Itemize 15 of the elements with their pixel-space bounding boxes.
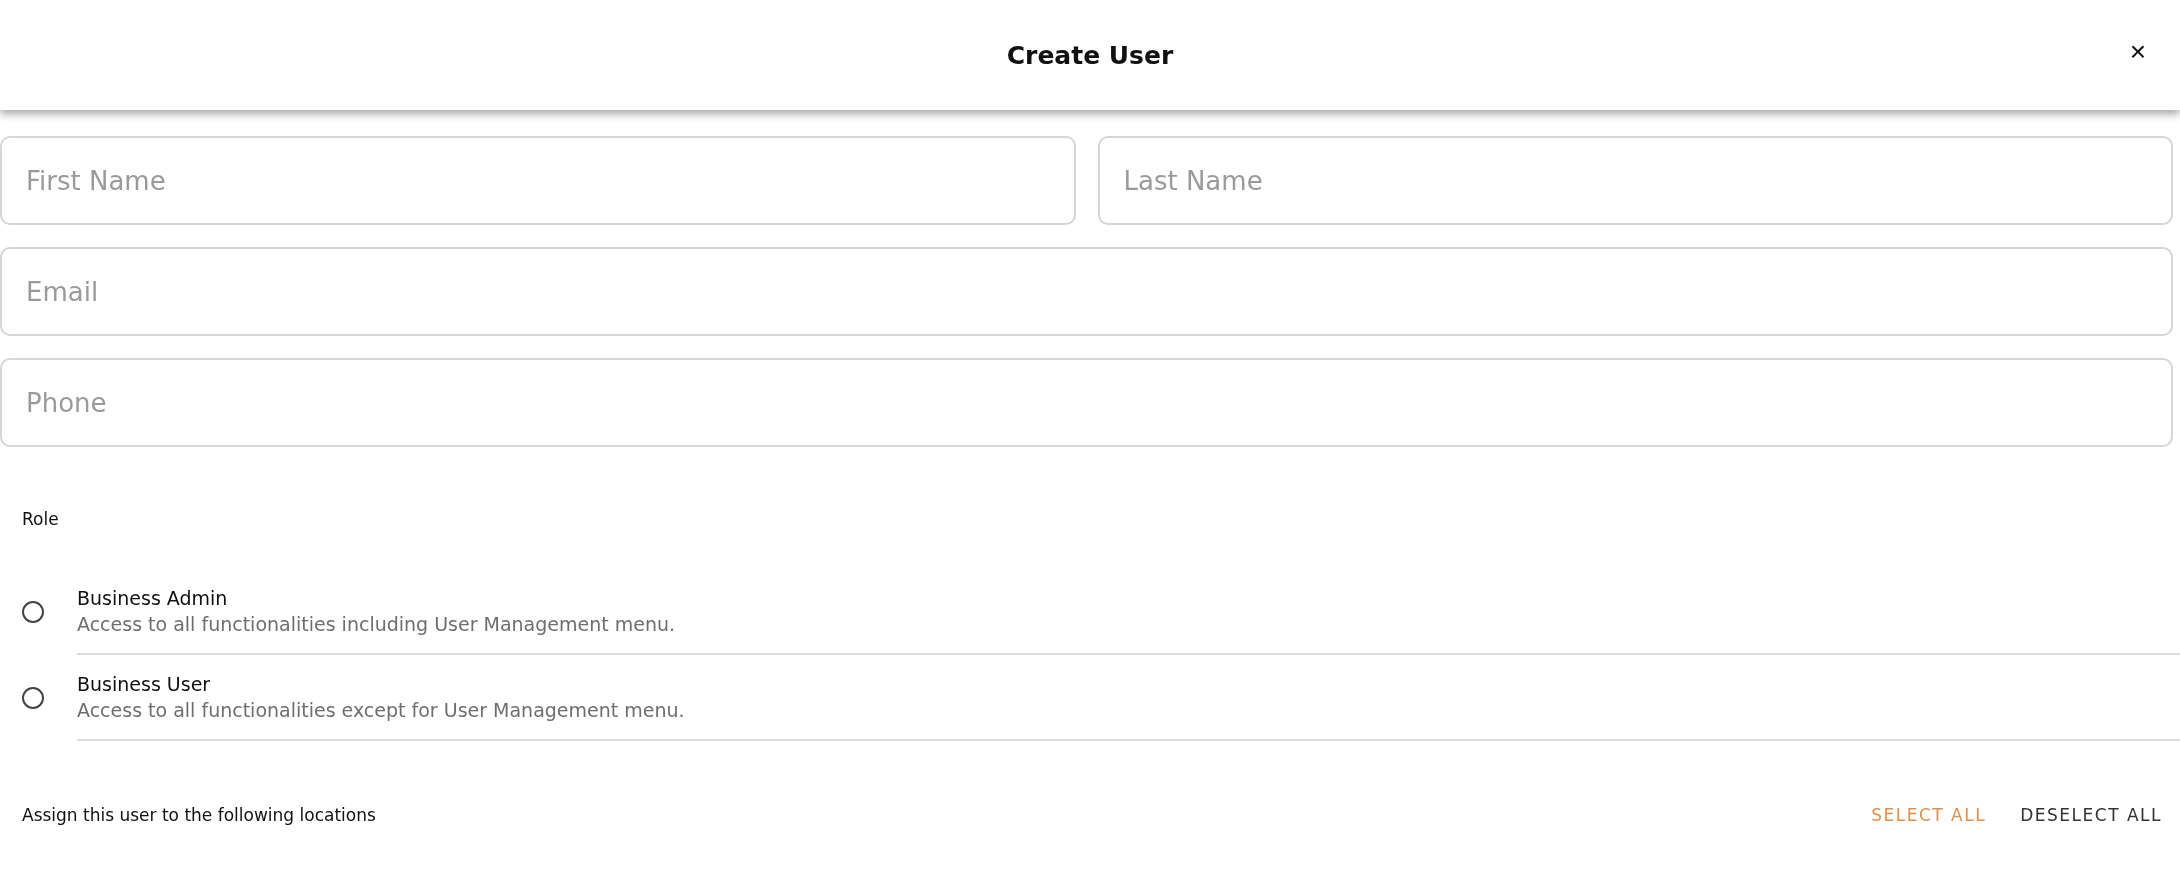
- input-field[interactable]: Last Name: [1097, 136, 2173, 225]
- role-title: Business User: [77, 673, 212, 695]
- radio-button[interactable]: [22, 687, 44, 709]
- role-description: Access to all functionalities except for User Management menu.: [77, 699, 686, 721]
- locations-label: Assign this user to the following locations: [21, 805, 376, 825]
- input-field[interactable]: First Name: [0, 136, 1076, 225]
- role-title: Business Admin: [77, 587, 229, 609]
- dialog-title: Create User: [1006, 40, 1174, 70]
- close-button[interactable]: ×: [2125, 38, 2150, 66]
- input-field[interactable]: Phone: [0, 358, 2173, 447]
- role-label: Role: [21, 509, 60, 529]
- text-button[interactable]: DESELECT ALL: [2016, 801, 2166, 829]
- role-description: Access to all functionalities including User Management menu.: [77, 613, 677, 635]
- input-field[interactable]: Email: [0, 247, 2173, 336]
- radio-button[interactable]: [22, 601, 44, 623]
